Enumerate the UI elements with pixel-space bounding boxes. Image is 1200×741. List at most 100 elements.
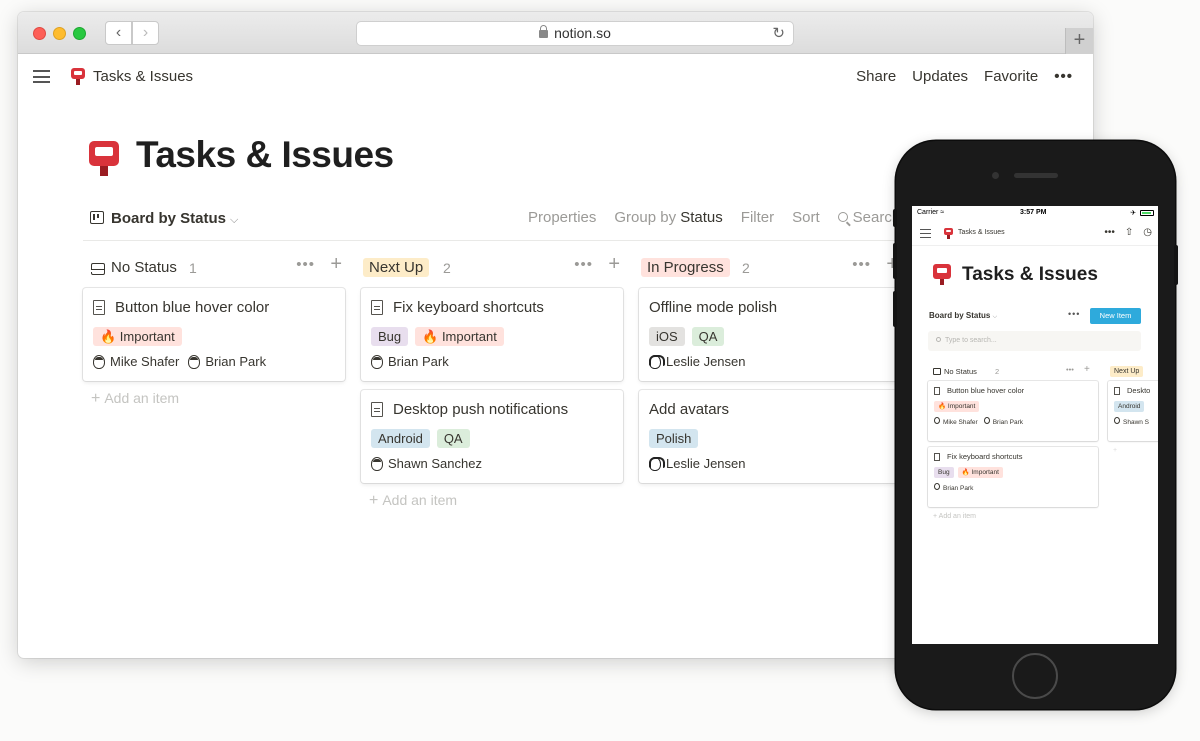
board-column-in-progress: In Progress 2 ••• + Offline mode polish … bbox=[639, 252, 901, 492]
close-window-button[interactable] bbox=[33, 27, 46, 40]
phone-mockup: Carrier ≈ 3:57 PM ✈ Tasks & Issues ••• ⇧… bbox=[893, 141, 1178, 709]
share-button[interactable]: Share bbox=[856, 68, 896, 85]
face-icon bbox=[934, 483, 940, 490]
maximize-window-button[interactable] bbox=[73, 27, 86, 40]
breadcrumb[interactable]: Tasks & Issues bbox=[93, 68, 193, 85]
view-selector[interactable]: Board by Status ⌵ bbox=[929, 311, 997, 321]
page-title[interactable]: Tasks & Issues bbox=[962, 264, 1098, 286]
column-header: No Status 2 ••• + bbox=[928, 363, 1098, 381]
breadcrumb[interactable]: Tasks & Issues bbox=[958, 229, 1005, 236]
person: Leslie Jensen bbox=[649, 456, 746, 471]
more-options-icon[interactable]: ••• bbox=[1104, 227, 1115, 238]
search-button[interactable]: Search bbox=[837, 209, 900, 226]
sort-button[interactable]: Sort bbox=[792, 209, 820, 226]
person: Brian Park bbox=[983, 417, 1023, 426]
search-icon bbox=[936, 337, 941, 342]
board-column-no-status: No Status 1 ••• + Button blue hover colo… bbox=[83, 252, 345, 408]
column-header: Next Up 2 ••• + bbox=[361, 252, 623, 288]
column-more-icon[interactable]: ••• bbox=[852, 256, 871, 273]
browser-titlebar: ‹ › notion.so ↻ + bbox=[18, 12, 1093, 54]
updates-button[interactable]: Updates bbox=[912, 68, 968, 85]
board-card[interactable]: Desktop push notifications Android QA Sh… bbox=[361, 390, 623, 483]
address-bar[interactable]: notion.so ↻ bbox=[356, 21, 794, 46]
tag-android: Android bbox=[371, 429, 430, 448]
page-icon[interactable] bbox=[89, 141, 119, 177]
board-card[interactable]: Button blue hover color 🔥 Important Mike… bbox=[928, 381, 1098, 441]
minimize-window-button[interactable] bbox=[53, 27, 66, 40]
board-card[interactable]: Fix keyboard shortcuts Bug 🔥 Important B… bbox=[361, 288, 623, 381]
view-toolbar: Board by Status ⌵ ••• New Item bbox=[929, 307, 1141, 327]
board-view-icon bbox=[90, 211, 104, 224]
menu-icon[interactable] bbox=[920, 229, 931, 238]
favorite-button[interactable]: Favorite bbox=[984, 68, 1038, 85]
page-icon[interactable] bbox=[933, 264, 951, 286]
phone-screen: Carrier ≈ 3:57 PM ✈ Tasks & Issues ••• ⇧… bbox=[912, 206, 1158, 644]
history-icon[interactable]: ◷ bbox=[1143, 227, 1152, 238]
tag-important: 🔥 Important bbox=[415, 327, 504, 346]
person: Mike Shafer bbox=[934, 417, 978, 426]
board-card[interactable]: Button blue hover color 🔥 Important Mike… bbox=[83, 288, 345, 381]
more-options-icon[interactable]: ••• bbox=[1068, 309, 1080, 319]
face-icon bbox=[983, 417, 990, 424]
column-title[interactable]: No Status bbox=[944, 367, 977, 376]
url-text: notion.so bbox=[554, 25, 611, 41]
back-button[interactable]: ‹ bbox=[105, 21, 132, 45]
column-title[interactable]: No Status bbox=[111, 259, 177, 276]
chevron-down-icon: ⌵ bbox=[230, 214, 239, 226]
column-count: 2 bbox=[995, 367, 1000, 376]
add-item-button[interactable]: + Add an item bbox=[933, 513, 1098, 520]
plus-icon: + bbox=[91, 390, 101, 407]
share-icon[interactable]: ⇧ bbox=[1125, 227, 1133, 238]
more-options-button[interactable]: ••• bbox=[1054, 68, 1073, 85]
new-item-button[interactable]: New Item bbox=[1090, 308, 1141, 324]
person: Shawn S bbox=[1114, 417, 1149, 426]
column-title[interactable]: Next Up bbox=[1110, 366, 1144, 377]
column-title[interactable]: In Progress bbox=[641, 258, 730, 277]
column-add-icon[interactable]: + bbox=[330, 253, 342, 276]
tag-important: 🔥 Important bbox=[957, 467, 1003, 478]
mute-switch bbox=[893, 209, 897, 227]
board-card[interactable]: Deskto Android Shawn S bbox=[1108, 381, 1158, 441]
filter-button[interactable]: Filter bbox=[741, 209, 774, 226]
column-add-icon[interactable]: + bbox=[608, 253, 620, 276]
board-card[interactable]: Add avatars Polish Leslie Jensen bbox=[639, 390, 901, 483]
person: Mike Shafer bbox=[93, 354, 179, 369]
volume-up-button bbox=[893, 243, 897, 279]
page-title[interactable]: Tasks & Issues bbox=[136, 134, 394, 176]
group-by-button[interactable]: Group by Status bbox=[614, 209, 722, 226]
face-icon bbox=[1114, 417, 1120, 424]
properties-button[interactable]: Properties bbox=[528, 209, 596, 226]
new-tab-button[interactable]: + bbox=[1065, 28, 1093, 54]
column-header: No Status 1 ••• + bbox=[83, 252, 345, 288]
board-column-next-up: Next Up 2 ••• + Fix keyboard shortcuts B… bbox=[361, 252, 623, 510]
reload-icon[interactable]: ↻ bbox=[772, 22, 785, 45]
menu-icon[interactable] bbox=[33, 70, 50, 83]
forward-button[interactable]: › bbox=[132, 21, 159, 45]
column-more-icon[interactable]: ••• bbox=[296, 256, 315, 273]
view-selector[interactable]: Board by Status ⌵ bbox=[111, 210, 238, 227]
home-button[interactable] bbox=[1012, 653, 1058, 699]
plus-icon: + bbox=[369, 492, 379, 509]
add-item-button[interactable]: + Add an item bbox=[91, 390, 345, 408]
document-icon bbox=[371, 401, 383, 417]
tag-important: 🔥 Important bbox=[93, 327, 182, 346]
inbox-icon bbox=[933, 368, 941, 375]
search-input[interactable]: Type to search... bbox=[928, 331, 1141, 351]
add-item-button[interactable]: + bbox=[1113, 447, 1158, 454]
search-icon bbox=[837, 212, 848, 222]
add-item-button[interactable]: + Add an item bbox=[369, 492, 623, 510]
face-icon bbox=[371, 354, 383, 369]
tag-bug: Bug bbox=[934, 467, 954, 478]
clock: 3:57 PM bbox=[1020, 209, 1047, 216]
person: Shawn Sanchez bbox=[371, 456, 482, 471]
column-title[interactable]: Next Up bbox=[363, 258, 430, 277]
column-add-icon[interactable]: + bbox=[1084, 364, 1090, 375]
board-card[interactable]: Offline mode polish iOS QA Leslie Jensen bbox=[639, 288, 901, 381]
power-button bbox=[1174, 245, 1178, 285]
tag-ios: iOS bbox=[649, 327, 685, 346]
column-more-icon[interactable]: ••• bbox=[1066, 365, 1074, 374]
board-card[interactable]: Fix keyboard shortcuts Bug 🔥 Important B… bbox=[928, 447, 1098, 507]
pushpin-board-icon bbox=[71, 68, 85, 86]
column-more-icon[interactable]: ••• bbox=[574, 256, 593, 273]
tag-bug: Bug bbox=[371, 327, 409, 346]
